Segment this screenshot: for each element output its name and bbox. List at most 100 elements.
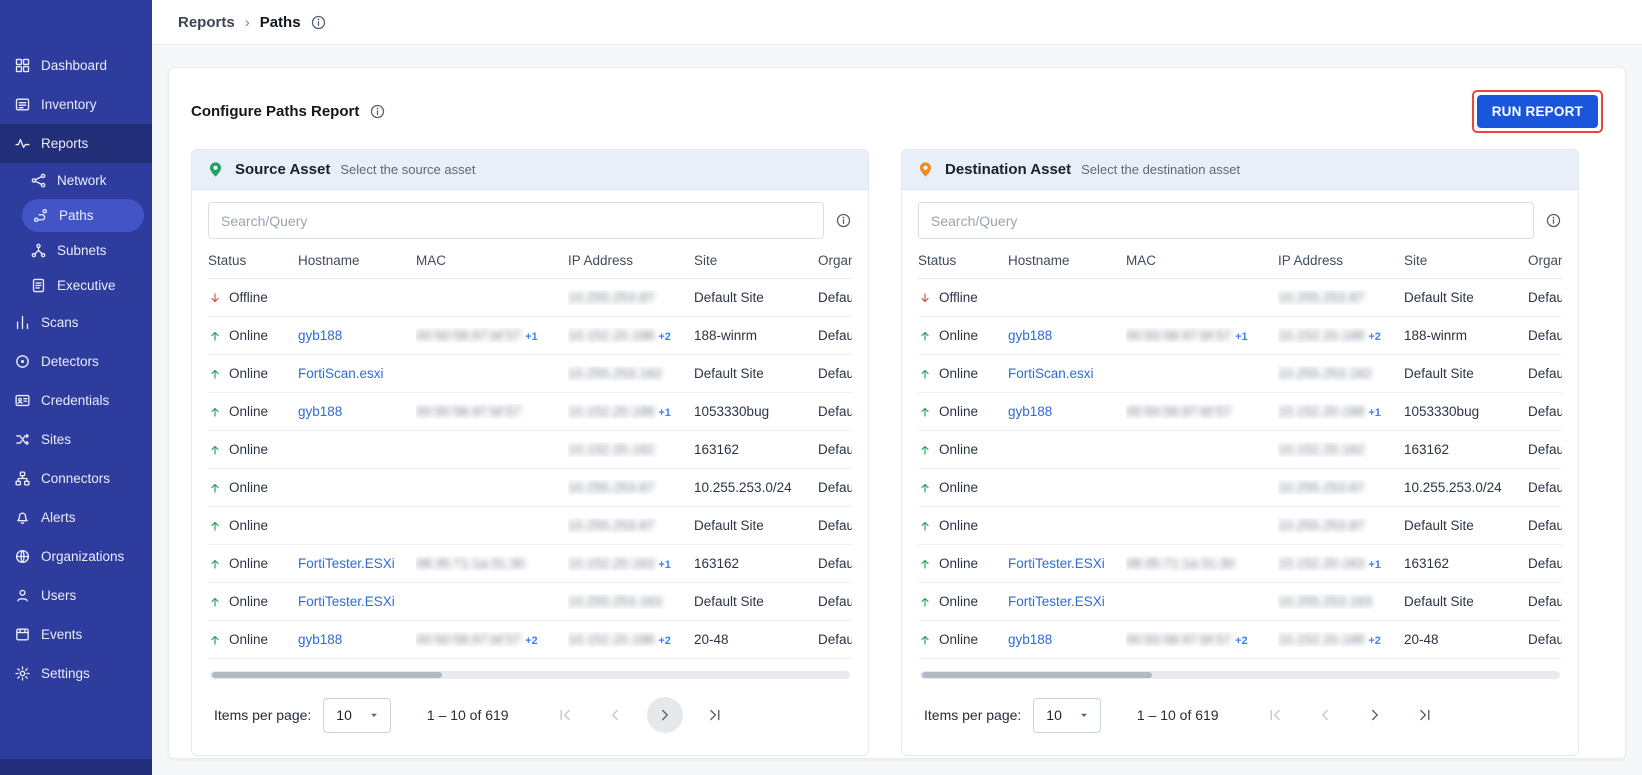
column-header-hostname[interactable]: Hostname [1008, 243, 1126, 278]
sidebar-item-paths[interactable]: Paths [22, 199, 144, 232]
hostname-cell[interactable]: gyb188 [298, 632, 416, 647]
column-header-mac[interactable]: MAC [1126, 243, 1278, 278]
hostname-cell[interactable]: gyb188 [298, 328, 416, 343]
hostname-link[interactable]: FortiTester.ESXi [298, 594, 395, 609]
ip-extra-badge[interactable]: +2 [658, 331, 671, 343]
sidebar-item-credentials[interactable]: Credentials [0, 381, 152, 420]
ip-extra-badge[interactable]: +1 [658, 407, 671, 419]
column-header-mac[interactable]: MAC [416, 243, 568, 278]
info-icon[interactable] [1545, 212, 1562, 229]
mac-extra-badge[interactable]: +1 [525, 331, 538, 343]
hostname-cell[interactable]: FortiScan.esxi [298, 366, 416, 381]
ip-extra-badge[interactable]: +1 [1368, 407, 1381, 419]
sidebar-item-inventory[interactable]: Inventory [0, 85, 152, 124]
hostname-cell[interactable]: gyb188 [1008, 404, 1126, 419]
mac-extra-badge[interactable]: +2 [525, 635, 538, 647]
last-page-icon[interactable] [697, 697, 733, 733]
next-page-icon[interactable] [1357, 697, 1393, 733]
sidebar-item-alerts[interactable]: Alerts [0, 498, 152, 537]
scrollbar-thumb[interactable] [922, 672, 1152, 678]
hostname-cell[interactable]: gyb188 [1008, 632, 1126, 647]
info-icon[interactable] [369, 103, 386, 120]
column-header-hostname[interactable]: Hostname [298, 243, 416, 278]
hostname-cell[interactable]: FortiScan.esxi [1008, 366, 1126, 381]
table-row[interactable]: Onlinegyb18800:50:56:97:bf:5710.152.20.1… [208, 393, 852, 431]
column-header-site[interactable]: Site [694, 243, 818, 278]
hostname-link[interactable]: gyb188 [298, 328, 342, 343]
column-header-ip-address[interactable]: IP Address [1278, 243, 1404, 278]
info-icon[interactable] [310, 14, 327, 31]
table-row[interactable]: Online10.152.20.162163162Default [918, 431, 1562, 469]
table-row[interactable]: Offline10.255.253.87Default SiteDefault [918, 279, 1562, 317]
sidebar-item-settings[interactable]: Settings [0, 654, 152, 693]
hostname-link[interactable]: FortiScan.esxi [298, 366, 384, 381]
table-row[interactable]: OnlineFortiScan.esxi10.255.253.162Defaul… [208, 355, 852, 393]
table-row[interactable]: Online10.255.253.87Default SiteDefault [208, 507, 852, 545]
ip-extra-badge[interactable]: +1 [658, 559, 671, 571]
table-row[interactable]: Online10.255.253.8710.255.253.0/24Defaul… [208, 469, 852, 507]
table-row[interactable]: Onlinegyb18800:50:56:97:bf:57+110.152.20… [918, 317, 1562, 355]
breadcrumb-section[interactable]: Reports [178, 14, 235, 31]
column-header-organization[interactable]: Organization [818, 243, 852, 278]
last-page-icon[interactable] [1407, 697, 1443, 733]
column-header-site[interactable]: Site [1404, 243, 1528, 278]
sidebar-item-network[interactable]: Network [0, 163, 152, 198]
table-row[interactable]: OnlineFortiScan.esxi10.255.253.162Defaul… [918, 355, 1562, 393]
table-row[interactable]: Online10.255.253.8710.255.253.0/24Defaul… [918, 469, 1562, 507]
table-row[interactable]: OnlineFortiTester.ESXi10.255.253.163Defa… [208, 583, 852, 621]
ip-extra-badge[interactable]: +2 [1368, 331, 1381, 343]
scrollbar-thumb[interactable] [212, 672, 442, 678]
ip-extra-badge[interactable]: +1 [1368, 559, 1381, 571]
mac-extra-badge[interactable]: +1 [1235, 331, 1248, 343]
ip-extra-badge[interactable]: +2 [1368, 635, 1381, 647]
table-row[interactable]: Online10.255.253.87Default SiteDefault [918, 507, 1562, 545]
table-row[interactable]: Onlinegyb18800:50:56:97:bf:5710.152.20.1… [918, 393, 1562, 431]
table-row[interactable]: OnlineFortiTester.ESXi10.255.253.163Defa… [918, 583, 1562, 621]
first-page-icon[interactable] [547, 697, 583, 733]
search-input[interactable] [208, 202, 824, 239]
next-page-icon[interactable] [647, 697, 683, 733]
sidebar-item-organizations[interactable]: Organizations [0, 537, 152, 576]
sidebar-item-scans[interactable]: Scans [0, 303, 152, 342]
table-row[interactable]: Online10.152.20.162163162Default [208, 431, 852, 469]
run-report-button[interactable]: RUN REPORT [1477, 95, 1598, 128]
first-page-icon[interactable] [1257, 697, 1293, 733]
column-header-ip-address[interactable]: IP Address [568, 243, 694, 278]
hostname-link[interactable]: gyb188 [1008, 328, 1052, 343]
sidebar-item-reports[interactable]: Reports [0, 124, 152, 163]
items-per-page-select[interactable]: 10 [1033, 698, 1101, 733]
hostname-cell[interactable]: FortiTester.ESXi [298, 594, 416, 609]
sidebar-item-detectors[interactable]: Detectors [0, 342, 152, 381]
mac-extra-badge[interactable]: +2 [1235, 635, 1248, 647]
hostname-cell[interactable]: FortiTester.ESXi [1008, 594, 1126, 609]
sidebar-item-connectors[interactable]: Connectors [0, 459, 152, 498]
sidebar-item-events[interactable]: Events [0, 615, 152, 654]
column-header-organization[interactable]: Organization [1528, 243, 1562, 278]
hostname-cell[interactable]: FortiTester.ESXi [298, 556, 416, 571]
sidebar-item-dashboard[interactable]: Dashboard [0, 46, 152, 85]
hostname-cell[interactable]: gyb188 [298, 404, 416, 419]
table-row[interactable]: OnlineFortiTester.ESXi08:35:71:1a:31:301… [208, 545, 852, 583]
items-per-page-select[interactable]: 10 [323, 698, 391, 733]
info-icon[interactable] [835, 212, 852, 229]
horizontal-scrollbar[interactable] [210, 671, 850, 679]
hostname-link[interactable]: gyb188 [1008, 632, 1052, 647]
hostname-link[interactable]: gyb188 [298, 632, 342, 647]
hostname-cell[interactable]: gyb188 [1008, 328, 1126, 343]
hostname-link[interactable]: FortiScan.esxi [1008, 366, 1094, 381]
table-row[interactable]: Onlinegyb18800:50:56:97:bf:57+210.152.20… [208, 621, 852, 659]
column-header-status[interactable]: Status [208, 243, 298, 278]
sidebar-item-subnets[interactable]: Subnets [0, 233, 152, 268]
hostname-cell[interactable]: FortiTester.ESXi [1008, 556, 1126, 571]
ip-extra-badge[interactable]: +2 [658, 635, 671, 647]
hostname-link[interactable]: FortiTester.ESXi [1008, 594, 1105, 609]
search-input[interactable] [918, 202, 1534, 239]
horizontal-scrollbar[interactable] [920, 671, 1560, 679]
hostname-link[interactable]: FortiTester.ESXi [298, 556, 395, 571]
table-row[interactable]: Offline10.255.253.87Default SiteDefault [208, 279, 852, 317]
table-row[interactable]: Onlinegyb18800:50:56:97:bf:57+210.152.20… [918, 621, 1562, 659]
sidebar-item-users[interactable]: Users [0, 576, 152, 615]
hostname-link[interactable]: gyb188 [1008, 404, 1052, 419]
column-header-status[interactable]: Status [918, 243, 1008, 278]
prev-page-icon[interactable] [1307, 697, 1343, 733]
